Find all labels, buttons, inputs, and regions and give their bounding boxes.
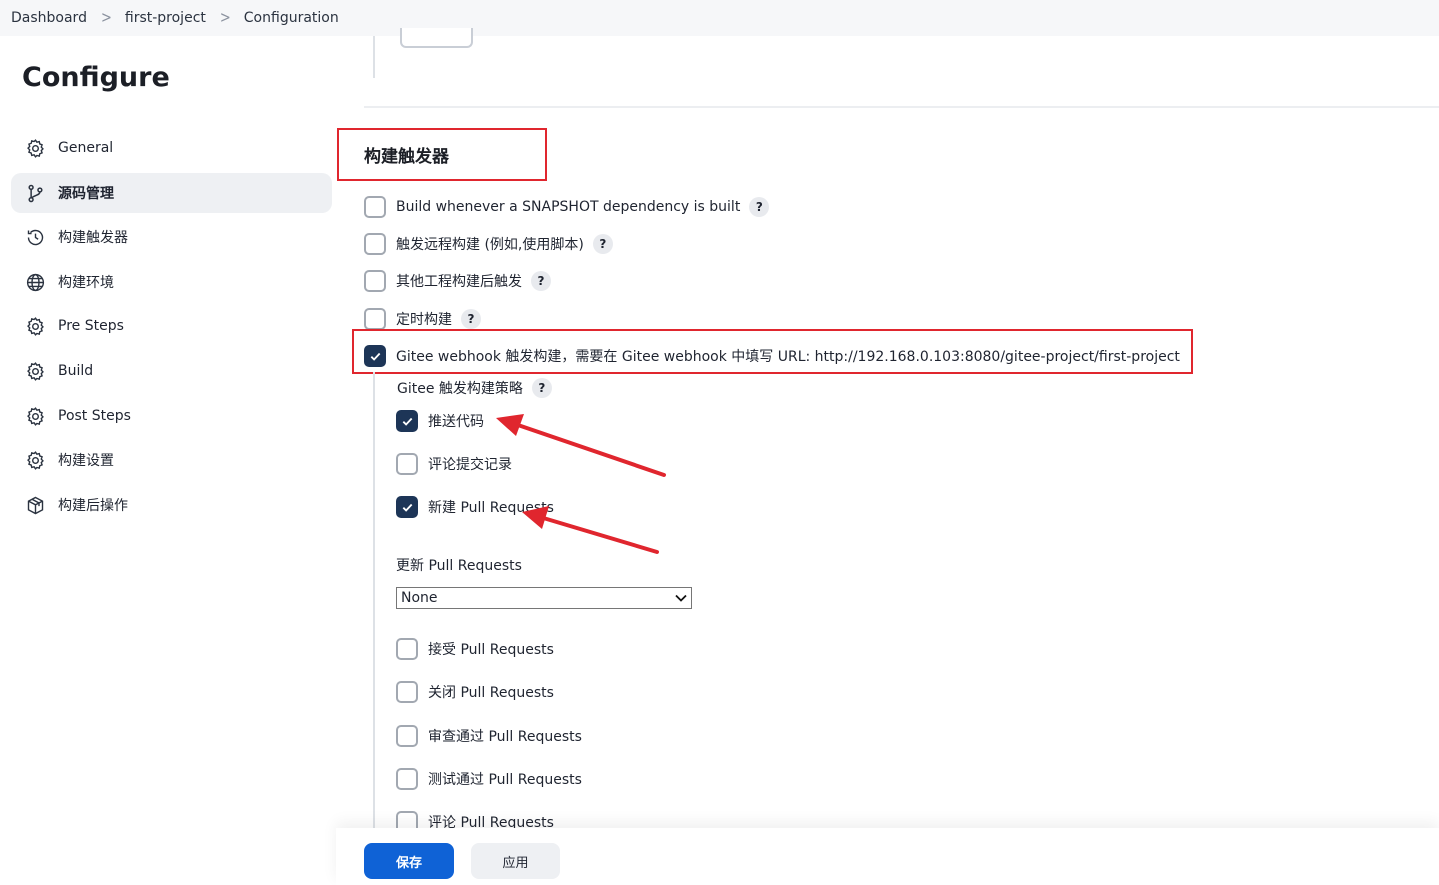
pr-option-test-passed[interactable]: 测试通过 Pull Requests [396, 768, 582, 790]
git-branch-icon [24, 182, 46, 204]
checkbox[interactable] [364, 196, 386, 218]
check-icon [402, 503, 412, 512]
help-icon[interactable]: ? [461, 309, 481, 329]
trigger-label: 其他工程构建后触发 [396, 274, 522, 290]
checkbox[interactable] [396, 638, 418, 660]
package-icon [24, 494, 46, 516]
gear-icon [24, 405, 46, 427]
pr-option-review-passed[interactable]: 审查通过 Pull Requests [396, 725, 582, 747]
help-icon[interactable]: ? [749, 197, 770, 217]
sidebar-item-label: 构建后操作 [58, 498, 128, 514]
sidebar-item-build-environment[interactable]: 构建环境 [11, 262, 332, 302]
page-title: Configure [22, 62, 170, 93]
trigger-label: Gitee webhook 触发构建，需要在 Gitee webhook 中填写… [396, 349, 1180, 365]
trigger-label: 触发远程构建 (例如,使用脚本) [396, 237, 584, 253]
apply-button[interactable]: 应用 [471, 843, 560, 879]
option-label: 测试通过 Pull Requests [428, 772, 582, 788]
section-divider [364, 106, 1439, 108]
subsection-guide-line [373, 372, 375, 832]
checkbox[interactable] [364, 308, 386, 330]
breadcrumb: Dashboard > first-project > Configuratio… [0, 0, 1439, 36]
previous-section-button[interactable] [400, 28, 473, 48]
trigger-option-gitee-webhook[interactable]: Gitee webhook 触发构建，需要在 Gitee webhook 中填写… [364, 345, 1180, 367]
checkbox-checked[interactable] [396, 410, 418, 432]
strategy-option-new-pr[interactable]: 新建 Pull Requests [396, 496, 554, 518]
sidebar-item-build-triggers[interactable]: 构建触发器 [11, 217, 332, 257]
option-label: 评论提交记录 [428, 457, 512, 473]
option-label: 推送代码 [428, 414, 484, 430]
update-pr-select[interactable]: None [396, 587, 692, 609]
annotation-arrow [538, 515, 659, 554]
trigger-option[interactable]: Build whenever a SNAPSHOT dependency is … [364, 196, 770, 218]
breadcrumb-dashboard[interactable]: Dashboard [11, 10, 87, 26]
sidebar-item-general[interactable]: General [11, 128, 332, 168]
trigger-label: Build whenever a SNAPSHOT dependency is … [396, 199, 741, 215]
chevron-down-icon [675, 594, 687, 602]
checkbox-checked[interactable] [364, 345, 386, 367]
checkbox[interactable] [364, 270, 386, 292]
select-value: None [401, 590, 438, 606]
check-icon [402, 417, 412, 426]
breadcrumb-configuration[interactable]: Configuration [244, 10, 339, 26]
trigger-option[interactable]: 触发远程构建 (例如,使用脚本) ? [364, 233, 613, 255]
trigger-option[interactable]: 定时构建 ? [364, 308, 481, 330]
sidebar-item-label: General [58, 140, 114, 156]
sidebar-item-build-settings[interactable]: 构建设置 [11, 440, 332, 480]
update-pr-label: 更新 Pull Requests [396, 558, 522, 574]
breadcrumb-project[interactable]: first-project [125, 10, 206, 26]
checkbox[interactable] [396, 768, 418, 790]
sidebar-item-label: 构建触发器 [58, 230, 128, 246]
checkbox[interactable] [396, 725, 418, 747]
gear-icon [24, 360, 46, 382]
option-label: 新建 Pull Requests [428, 500, 554, 516]
pr-option-close[interactable]: 关闭 Pull Requests [396, 681, 554, 703]
strategy-option-commit-comment[interactable]: 评论提交记录 [396, 453, 512, 475]
help-icon[interactable]: ? [531, 378, 552, 398]
chevron-right-icon: > [100, 9, 112, 27]
sidebar-item-post-steps[interactable]: Post Steps [11, 396, 332, 436]
gear-icon [24, 137, 46, 159]
checkbox-checked[interactable] [396, 496, 418, 518]
option-label: 接受 Pull Requests [428, 642, 554, 658]
chevron-right-icon: > [219, 9, 231, 27]
checkbox[interactable] [396, 681, 418, 703]
section-title: 构建触发器 [364, 147, 449, 167]
sidebar-item-source-control[interactable]: 源码管理 [11, 173, 332, 213]
option-label: 审查通过 Pull Requests [428, 729, 582, 745]
check-icon [370, 352, 380, 361]
strategy-label: Gitee 触发构建策略 ? [397, 378, 552, 398]
sidebar-item-pre-steps[interactable]: Pre Steps [11, 306, 332, 346]
gear-icon [24, 449, 46, 471]
checkbox[interactable] [396, 453, 418, 475]
clock-icon [24, 226, 46, 248]
trigger-option[interactable]: 其他工程构建后触发 ? [364, 270, 551, 292]
sidebar-item-label: 源码管理 [58, 186, 114, 202]
save-button[interactable]: 保存 [364, 843, 454, 879]
help-icon[interactable]: ? [531, 271, 551, 291]
strategy-label-text: Gitee 触发构建策略 [397, 381, 523, 397]
annotation-arrow [513, 422, 666, 477]
help-icon[interactable]: ? [592, 234, 613, 254]
sidebar-item-post-build-actions[interactable]: 构建后操作 [11, 485, 332, 525]
sidebar-item-label: Build [58, 363, 94, 379]
checkbox[interactable] [364, 233, 386, 255]
strategy-option-push[interactable]: 推送代码 [396, 410, 484, 432]
gear-icon [24, 315, 46, 337]
trigger-label: 定时构建 [396, 312, 452, 328]
sidebar-item-label: Pre Steps [58, 318, 124, 334]
section-guide-line [373, 36, 375, 78]
pr-option-accept[interactable]: 接受 Pull Requests [396, 638, 554, 660]
sidebar-item-label: Post Steps [58, 408, 131, 424]
sidebar-item-build[interactable]: Build [11, 351, 332, 391]
option-label: 关闭 Pull Requests [428, 685, 554, 701]
sidebar-item-label: 构建设置 [58, 453, 114, 469]
globe-icon [24, 271, 46, 293]
sidebar-item-label: 构建环境 [58, 275, 114, 291]
